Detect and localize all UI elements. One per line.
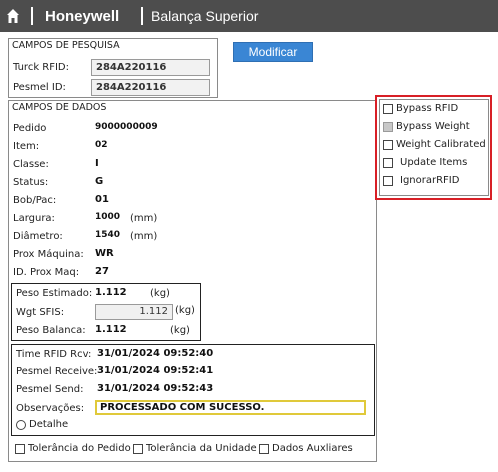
app-header: Honeywell Balança Superior <box>0 0 498 32</box>
diametro-unit: (mm) <box>130 231 158 242</box>
bypass-weight-checkbox[interactable] <box>383 122 393 132</box>
observacoes-input[interactable]: PROCESSADO COM SUCESSO. <box>95 400 366 415</box>
tolerancia-unidade-checkbox[interactable] <box>133 444 143 454</box>
pesmel-send-value: 31/01/2024 09:52:43 <box>97 383 214 394</box>
diametro-label: Diâmetro: <box>13 231 63 242</box>
bypass-rfid-label: Bypass RFID <box>396 103 459 114</box>
time-rfid-rcv-label: Time RFID Rcv: <box>16 349 92 360</box>
data-fields-legend: CAMPOS DE DADOS <box>12 102 107 113</box>
tolerancia-unidade-label: Tolerância da Unidade <box>146 443 257 454</box>
time-rfid-rcv-value: 31/01/2024 09:52:40 <box>97 348 214 359</box>
modificar-button[interactable]: Modificar <box>233 42 313 62</box>
diametro-value: 1540 <box>95 230 121 240</box>
observacoes-label: Observações: <box>16 403 85 414</box>
tolerancia-pedido-checkbox[interactable] <box>15 444 25 454</box>
ignorar-rfid-checkbox[interactable] <box>383 176 393 186</box>
peso-balanca-unit: (kg) <box>170 325 190 336</box>
status-label: Status: <box>13 177 49 188</box>
dados-auxiliares-label: Dados Auxliares <box>272 443 353 454</box>
update-items-checkbox[interactable] <box>383 158 393 168</box>
peso-estimado-value: 1.112 <box>95 287 127 298</box>
turck-rfid-input[interactable]: 284A220116 <box>91 59 210 76</box>
id-prox-maq-value: 27 <box>95 266 109 277</box>
dados-auxiliares-checkbox[interactable] <box>259 444 269 454</box>
pedido-value: 9000000009 <box>95 122 158 132</box>
header-separator <box>31 7 33 25</box>
prox-maquina-value: WR <box>95 248 114 259</box>
largura-unit: (mm) <box>130 213 158 224</box>
pesmel-send-label: Pesmel Send: <box>16 384 84 395</box>
peso-balanca-value: 1.112 <box>95 324 127 335</box>
bypass-weight-label: Bypass Weight <box>396 121 470 132</box>
pesmel-id-label: Pesmel ID: <box>13 82 66 93</box>
detalhe-radio[interactable] <box>16 420 26 430</box>
ignorar-rfid-label: IgnorarRFID <box>400 175 460 186</box>
search-fields-legend: CAMPOS DE PESQUISA <box>12 40 120 51</box>
status-value: G <box>95 176 104 187</box>
pesmel-receive-label: Pesmel Receive: <box>16 366 98 377</box>
brand-logo-text: Honeywell <box>45 8 120 25</box>
bypass-rfid-checkbox[interactable] <box>383 104 393 114</box>
weight-calibrated-label: Weight Calibrated <box>396 139 486 150</box>
peso-balanca-label: Peso Balanca: <box>16 325 86 336</box>
classe-value: I <box>95 158 99 169</box>
header-separator <box>141 7 143 25</box>
largura-label: Largura: <box>13 213 55 224</box>
bobpac-value: 01 <box>95 194 109 205</box>
page-title: Balança Superior <box>151 8 259 24</box>
pedido-label: Pedido <box>13 123 47 134</box>
update-items-label: Update Items <box>400 157 468 168</box>
wgt-sfis-unit: (kg) <box>175 305 195 316</box>
peso-estimado-unit: (kg) <box>150 288 170 299</box>
prox-maquina-label: Prox Máquina: <box>13 249 84 260</box>
item-label: Item: <box>13 141 40 152</box>
wgt-sfis-label: Wgt SFIS: <box>16 307 65 318</box>
peso-estimado-label: Peso Estimado: <box>16 288 93 299</box>
turck-rfid-label: Turck RFID: <box>13 62 70 73</box>
detalhe-label: Detalhe <box>29 419 69 430</box>
largura-value: 1000 <box>95 212 121 222</box>
id-prox-maq-label: ID. Prox Maq: <box>13 267 80 278</box>
item-value: 02 <box>95 140 108 150</box>
wgt-sfis-input[interactable]: 1.112 <box>95 304 173 320</box>
classe-label: Classe: <box>13 159 49 170</box>
tolerancia-pedido-label: Tolerância do Pedido <box>28 443 131 454</box>
home-icon[interactable] <box>6 8 20 24</box>
pesmel-receive-value: 31/01/2024 09:52:41 <box>97 365 214 376</box>
pesmel-id-input[interactable]: 284A220116 <box>91 79 210 96</box>
weight-calibrated-checkbox[interactable] <box>383 140 393 150</box>
bobpac-label: Bob/Pac: <box>13 195 57 206</box>
